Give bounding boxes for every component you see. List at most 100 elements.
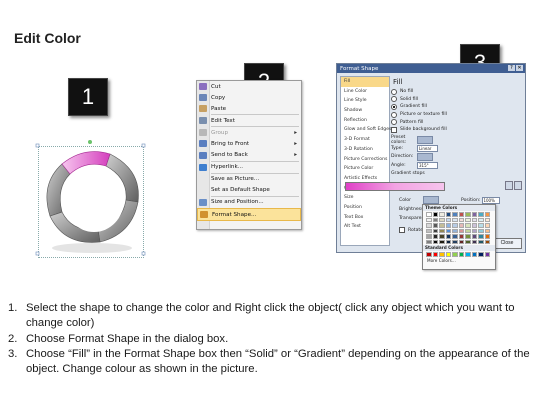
- menu-item-bring-to-front[interactable]: Bring to Front ▸: [197, 138, 301, 149]
- color-swatch[interactable]: [432, 228, 438, 233]
- color-swatch[interactable]: [452, 223, 458, 228]
- color-swatch[interactable]: [465, 239, 471, 244]
- color-swatch[interactable]: [484, 228, 490, 233]
- color-swatch[interactable]: [439, 234, 445, 239]
- color-picker-button[interactable]: [423, 196, 439, 204]
- color-swatch[interactable]: [484, 212, 490, 217]
- color-swatch[interactable]: [445, 212, 451, 217]
- color-swatch[interactable]: [426, 234, 432, 239]
- color-swatch[interactable]: [439, 228, 445, 233]
- menu-item-group[interactable]: Group ▸: [197, 127, 301, 138]
- rotate-checkbox[interactable]: [399, 227, 405, 233]
- color-swatch[interactable]: [478, 252, 484, 257]
- color-swatch[interactable]: [484, 239, 490, 244]
- color-swatch[interactable]: [478, 228, 484, 233]
- category-3-d-rotation[interactable]: 3-D Rotation: [341, 145, 389, 155]
- menu-item-edit-text[interactable]: Edit Text: [197, 115, 301, 126]
- radio-button[interactable]: [391, 96, 397, 103]
- color-swatch[interactable]: [458, 234, 464, 239]
- color-swatch[interactable]: [445, 217, 451, 222]
- color-swatch[interactable]: [484, 223, 490, 228]
- color-swatch[interactable]: [471, 228, 477, 233]
- category-picture-corrections[interactable]: Picture Corrections: [341, 155, 389, 165]
- color-swatch[interactable]: [432, 234, 438, 239]
- color-swatch[interactable]: [445, 239, 451, 244]
- color-swatch[interactable]: [432, 223, 438, 228]
- radio-button[interactable]: [391, 88, 397, 95]
- add-stop-icon[interactable]: [505, 181, 513, 190]
- category-line-color[interactable]: Line Color: [341, 87, 389, 97]
- color-swatch[interactable]: [484, 217, 490, 222]
- color-swatch[interactable]: [471, 212, 477, 217]
- color-swatch[interactable]: [458, 223, 464, 228]
- color-swatch[interactable]: [478, 239, 484, 244]
- color-swatch[interactable]: [478, 217, 484, 222]
- color-swatch[interactable]: [439, 223, 445, 228]
- color-swatch[interactable]: [432, 239, 438, 244]
- fill-option-gradient-fill[interactable]: Gradient fill: [391, 103, 521, 111]
- category-glow-and-soft-edges[interactable]: Glow and Soft Edges: [341, 125, 391, 135]
- color-swatch[interactable]: [465, 252, 471, 257]
- category-picture-color[interactable]: Picture Color: [341, 164, 389, 174]
- menu-item-copy[interactable]: Copy: [197, 92, 301, 103]
- menu-item-hyperlink[interactable]: Hyperlink...: [197, 162, 301, 173]
- color-swatch[interactable]: [458, 228, 464, 233]
- color-swatch[interactable]: [478, 223, 484, 228]
- color-swatch[interactable]: [445, 228, 451, 233]
- category-3-d-format[interactable]: 3-D Format: [341, 135, 389, 145]
- color-swatch[interactable]: [471, 252, 477, 257]
- close-icon[interactable]: ✕: [516, 65, 523, 71]
- color-swatch[interactable]: [445, 252, 451, 257]
- color-swatch[interactable]: [452, 252, 458, 257]
- circular-arrow-shape[interactable]: [34, 136, 150, 260]
- color-swatch[interactable]: [452, 234, 458, 239]
- color-swatch[interactable]: [432, 217, 438, 222]
- category-reflection[interactable]: Reflection: [341, 116, 389, 126]
- category-fill[interactable]: Fill: [341, 77, 389, 87]
- color-swatch[interactable]: [445, 223, 451, 228]
- color-swatch[interactable]: [465, 234, 471, 239]
- color-swatch[interactable]: [484, 252, 490, 257]
- dropdown-select[interactable]: 315°: [417, 161, 438, 169]
- color-swatch[interactable]: [452, 228, 458, 233]
- dropdown-picker[interactable]: [417, 135, 433, 144]
- color-swatch[interactable]: [426, 212, 432, 217]
- color-swatch[interactable]: [478, 234, 484, 239]
- color-swatch[interactable]: [471, 234, 477, 239]
- radio-button[interactable]: [391, 103, 397, 110]
- fill-option-solid-fill[interactable]: Solid fill: [391, 96, 521, 104]
- color-swatch[interactable]: [458, 239, 464, 244]
- color-swatch[interactable]: [432, 212, 438, 217]
- radio-button[interactable]: [391, 119, 397, 126]
- category-line-style[interactable]: Line Style: [341, 96, 389, 106]
- color-swatch[interactable]: [439, 239, 445, 244]
- menu-item-paste[interactable]: Paste: [197, 103, 301, 114]
- color-swatch[interactable]: [465, 212, 471, 217]
- color-swatch[interactable]: [426, 239, 432, 244]
- color-swatch[interactable]: [471, 239, 477, 244]
- color-swatch[interactable]: [426, 223, 432, 228]
- category-alt-text[interactable]: Alt Text: [341, 222, 389, 232]
- color-swatch[interactable]: [426, 217, 432, 222]
- radio-button[interactable]: [391, 111, 397, 118]
- color-swatch[interactable]: [458, 212, 464, 217]
- color-swatch[interactable]: [439, 217, 445, 222]
- color-swatch[interactable]: [439, 252, 445, 257]
- fill-option-picture-or-texture-fill[interactable]: Picture or texture fill: [391, 111, 521, 119]
- dropdown-picker[interactable]: [417, 152, 433, 161]
- category-text-box[interactable]: Text Box: [341, 213, 389, 223]
- color-swatch[interactable]: [445, 234, 451, 239]
- category-size[interactable]: Size: [341, 193, 389, 203]
- menu-item-cut[interactable]: Cut: [197, 81, 301, 92]
- category-shadow[interactable]: Shadow: [341, 106, 389, 116]
- fill-option-no-fill[interactable]: No fill: [391, 88, 521, 96]
- more-colors-button[interactable]: More Colors...: [423, 258, 495, 263]
- color-swatch[interactable]: [458, 252, 464, 257]
- checkbox[interactable]: [391, 126, 397, 133]
- color-swatch[interactable]: [452, 217, 458, 222]
- color-swatch[interactable]: [458, 217, 464, 222]
- color-swatch[interactable]: [426, 228, 432, 233]
- remove-stop-icon[interactable]: [514, 181, 522, 190]
- color-swatch[interactable]: [432, 252, 438, 257]
- color-swatch[interactable]: [471, 223, 477, 228]
